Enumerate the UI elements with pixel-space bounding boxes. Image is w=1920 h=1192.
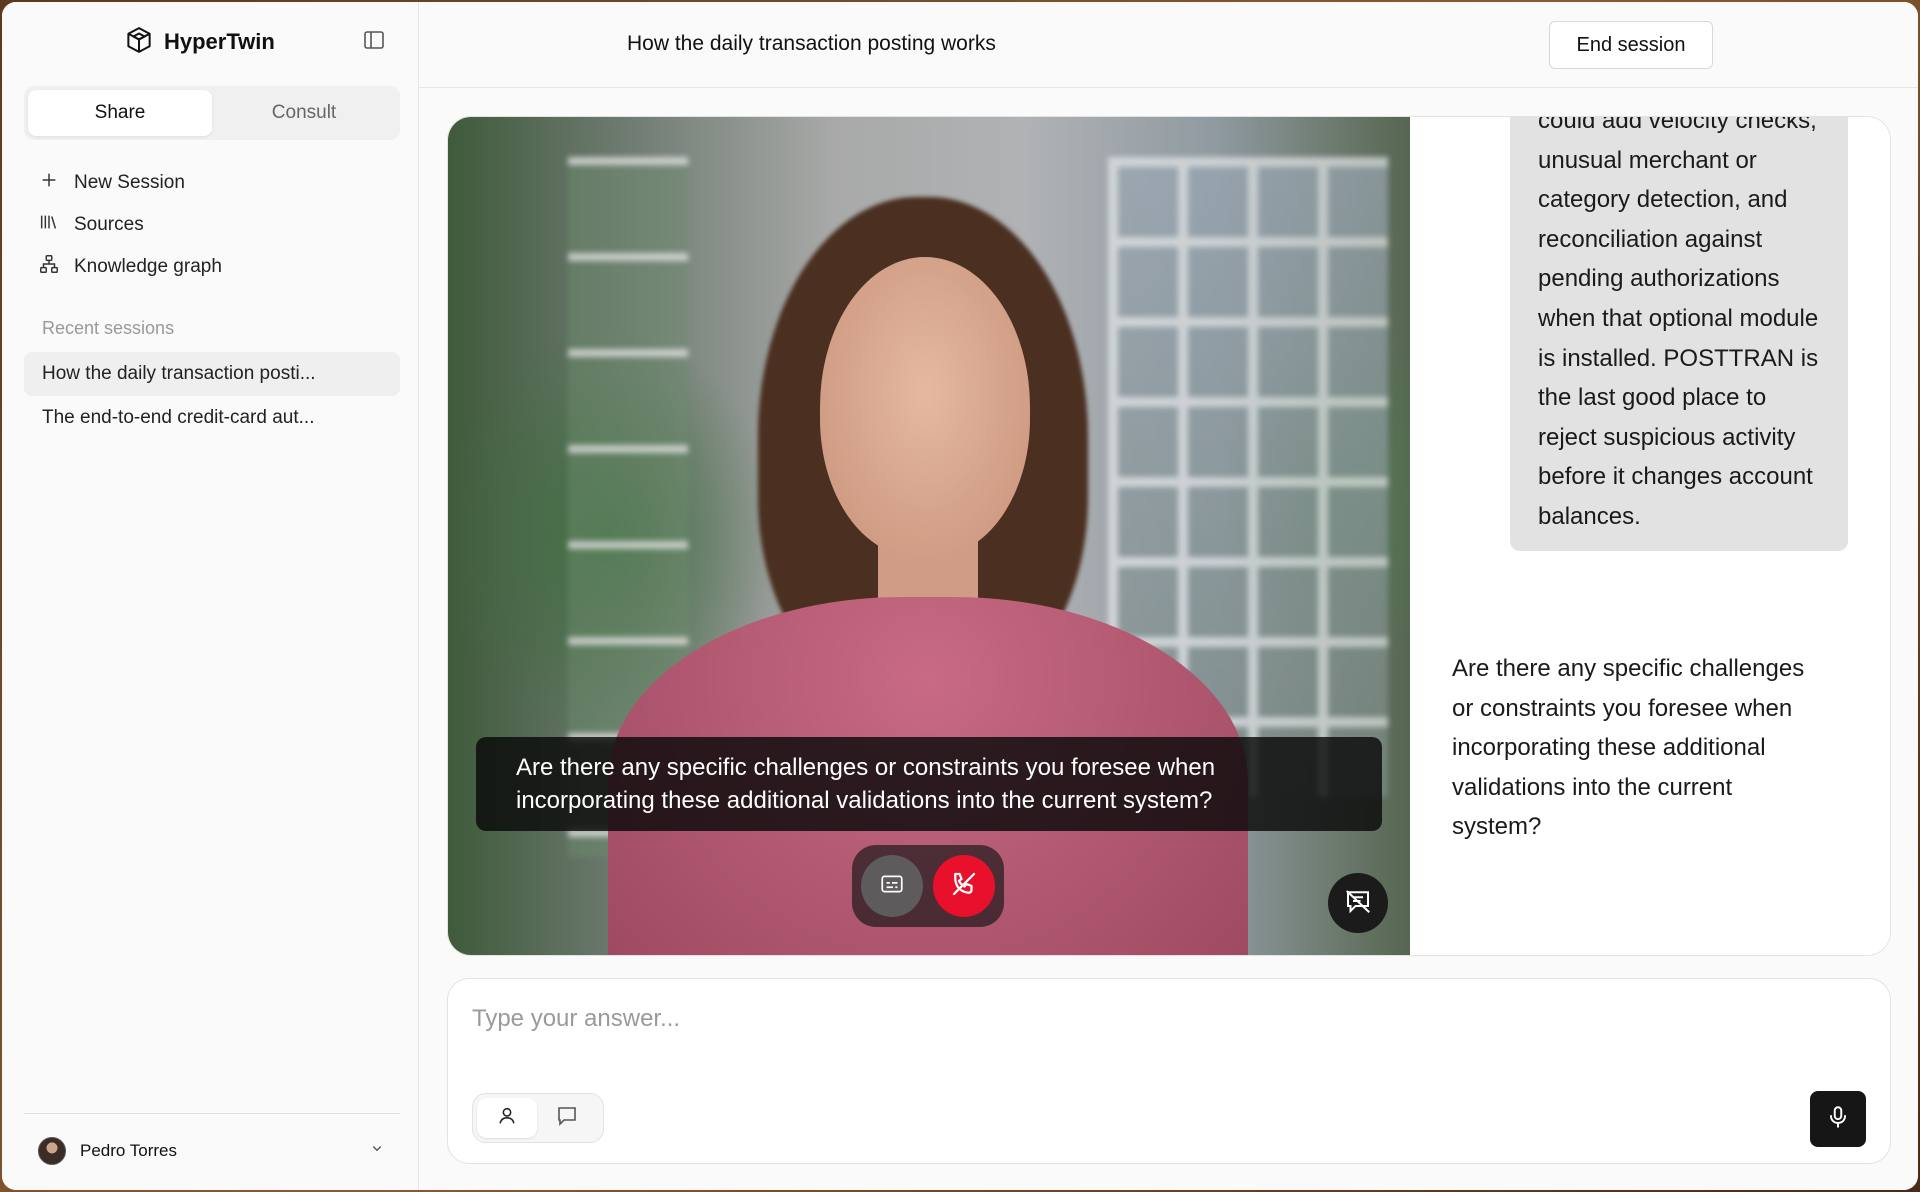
chat-mode-button[interactable] <box>537 1098 597 1138</box>
sidebar-nav: New Session Sources Knowledge graph <box>38 162 398 288</box>
graph-icon <box>38 253 60 281</box>
top-bar: How the daily transaction posting works … <box>419 2 1918 88</box>
nav-sources[interactable]: Sources <box>38 204 398 246</box>
user-menu[interactable]: Pedro Torres <box>24 1113 400 1187</box>
video-caption: Are there any specific challenges or con… <box>476 737 1382 831</box>
end-session-button[interactable]: End session <box>1549 21 1713 69</box>
avatar-video: Are there any specific challenges or con… <box>448 117 1410 955</box>
transcript-toggle-button[interactable] <box>1328 873 1388 933</box>
nav-label: New Session <box>74 172 185 193</box>
main-area: How the daily transaction posting works … <box>419 2 1918 1190</box>
cube-logo-icon <box>124 25 154 60</box>
tab-share[interactable]: Share <box>28 90 212 136</box>
avatar-mode-button[interactable] <box>477 1098 537 1138</box>
nav-new-session[interactable]: New Session <box>38 162 398 204</box>
phone-off-icon <box>949 869 979 904</box>
session-stage: Are there any specific challenges or con… <box>447 116 1891 956</box>
input-mode-toggle <box>472 1093 604 1143</box>
hang-up-button[interactable] <box>933 855 995 917</box>
chat-bubble-icon <box>555 1104 579 1133</box>
microphone-button[interactable] <box>1810 1091 1866 1147</box>
recent-sessions-heading: Recent sessions <box>42 318 175 338</box>
app-name: HyperTwin <box>164 29 275 54</box>
recent-session-item[interactable]: How the daily transaction posti... <box>24 352 400 396</box>
library-icon <box>38 211 60 239</box>
tab-consult[interactable]: Consult <box>212 90 396 136</box>
answer-input[interactable] <box>472 997 1852 1041</box>
chat-transcript[interactable]: could add velocity checks, unusual merch… <box>1410 117 1890 955</box>
avatar <box>38 1136 66 1165</box>
plus-icon <box>38 169 60 197</box>
sidebar-panel-icon <box>362 28 386 57</box>
assistant-message: Are there any specific challenges or con… <box>1452 655 1805 841</box>
captions-icon <box>879 871 905 902</box>
nav-knowledge-graph[interactable]: Knowledge graph <box>38 246 398 288</box>
user-message-bubble: could add velocity checks, unusual merch… <box>1510 117 1848 551</box>
brand[interactable]: HyperTwin <box>124 26 275 58</box>
person-icon <box>496 1105 518 1132</box>
recent-session-item[interactable]: The end-to-end credit-card aut... <box>24 396 400 440</box>
transcript-off-icon <box>1343 886 1373 921</box>
nav-label: Knowledge graph <box>74 256 222 277</box>
answer-composer <box>447 978 1891 1164</box>
captions-button[interactable] <box>861 855 923 917</box>
sidebar-toggle-button[interactable] <box>360 28 388 56</box>
mode-tabs: Share Consult <box>24 86 400 140</box>
page-title: How the daily transaction posting works <box>627 32 996 55</box>
sidebar: HyperTwin Share Consult New Session Sour… <box>2 2 419 1190</box>
avatar-face <box>820 257 1030 557</box>
recent-sessions-list: How the daily transaction posti... The e… <box>24 352 400 440</box>
call-controls <box>852 845 1004 927</box>
app-window: HyperTwin Share Consult New Session Sour… <box>2 2 1918 1190</box>
chevron-down-icon <box>368 1139 386 1162</box>
microphone-icon <box>1825 1104 1851 1135</box>
nav-label: Sources <box>74 214 144 235</box>
user-name: Pedro Torres <box>80 1140 178 1160</box>
